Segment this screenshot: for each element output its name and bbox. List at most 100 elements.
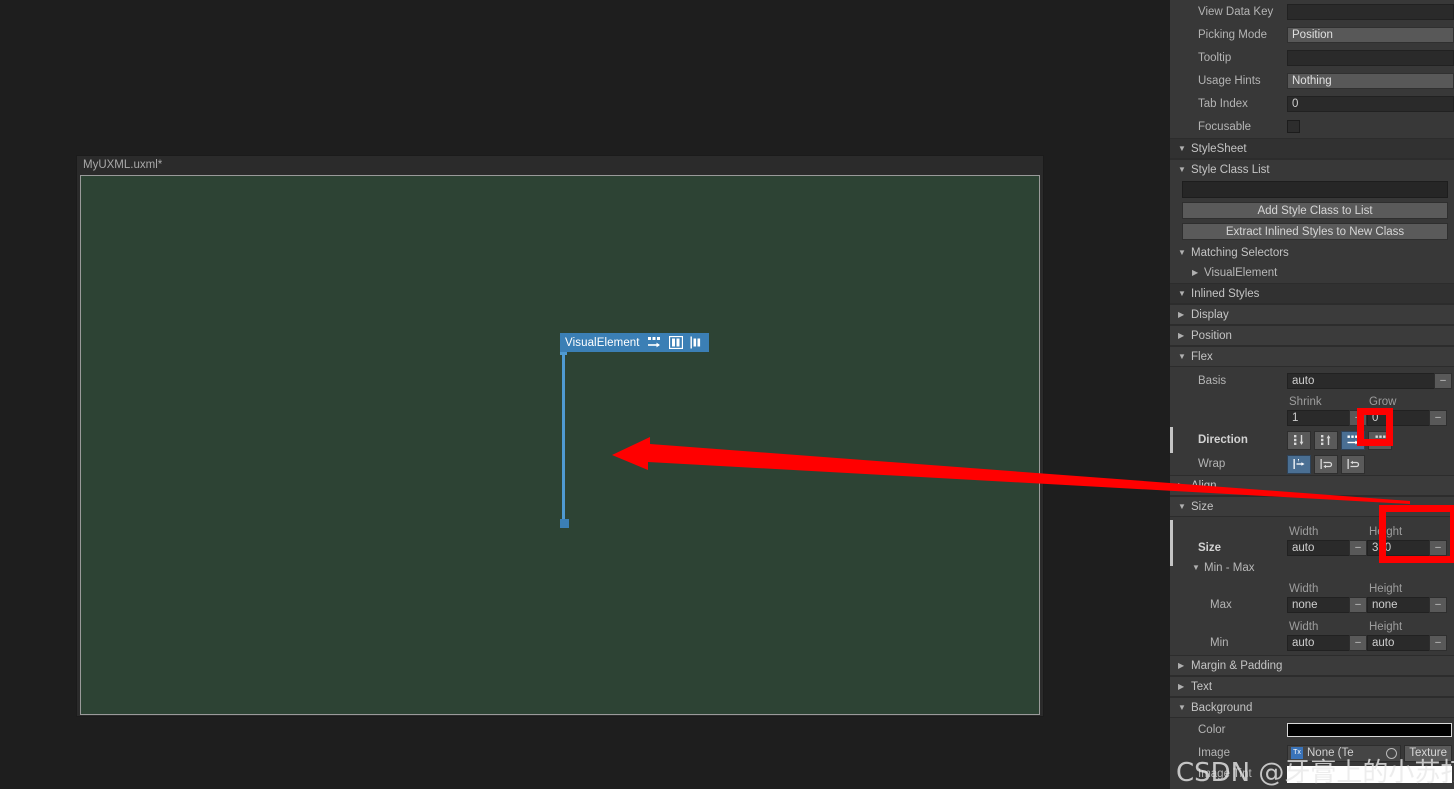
flex-grow-drag-handle[interactable]: – [1429, 409, 1447, 426]
min-height-drag-handle[interactable]: – [1429, 635, 1447, 651]
flex-section-body: Basis auto – Shrink Grow 1 – 0 – Directi… [1170, 367, 1454, 475]
chevron-down-icon: ▼ [1192, 562, 1200, 572]
background-color-label: Color [1198, 724, 1226, 736]
document-tab[interactable]: MyUXML.uxml* [77, 156, 1043, 175]
justify-start-icon[interactable] [690, 336, 703, 349]
max-height-drag-handle[interactable]: – [1429, 597, 1447, 613]
max-width-input[interactable]: none [1287, 597, 1350, 613]
height-input[interactable]: 350 [1367, 540, 1430, 556]
image-tint-swatch[interactable] [1287, 765, 1452, 783]
inspector-panel: View Data Key Picking Mode Position Tool… [1170, 0, 1454, 789]
background-foldout[interactable]: ▼ Background [1170, 697, 1454, 718]
attr-row-focusable[interactable]: Focusable [1170, 115, 1454, 138]
resize-handle-bottom[interactable] [560, 519, 569, 528]
style-class-list-title: Style Class List [1191, 163, 1270, 176]
direction-row-button[interactable] [1341, 430, 1365, 450]
wrap-wrap-button[interactable] [1314, 454, 1338, 474]
add-style-class-row: Add Style Class to List [1170, 200, 1454, 220]
min-height-input[interactable]: auto [1367, 635, 1430, 651]
min-width-input[interactable]: auto [1287, 635, 1350, 651]
chevron-down-icon: ▼ [1178, 164, 1186, 174]
tab-index-input[interactable]: 0 [1287, 95, 1454, 112]
ui-canvas[interactable]: VisualElement [80, 175, 1040, 715]
wrap-nowrap-button[interactable] [1287, 454, 1311, 474]
min-height-label: Height [1369, 621, 1403, 633]
style-class-list-foldout[interactable]: ▼ Style Class List [1170, 159, 1454, 179]
size-row: Size auto – 350 – [1170, 538, 1454, 558]
visual-element-badge[interactable]: VisualElement [560, 333, 709, 352]
inlined-styles-foldout[interactable]: ▼ Inlined Styles [1170, 283, 1454, 304]
max-height-cell[interactable]: none – [1367, 597, 1447, 613]
align-title: Align [1191, 479, 1217, 492]
flex-foldout[interactable]: ▼ Flex [1170, 346, 1454, 367]
attr-label: Tooltip [1198, 51, 1232, 64]
attr-row-tab-index[interactable]: Tab Index 0 [1170, 92, 1454, 115]
flex-basis-drag-handle[interactable]: – [1434, 372, 1452, 389]
height-field-cell[interactable]: 350 – [1367, 540, 1447, 556]
max-width-cell[interactable]: none – [1287, 597, 1367, 613]
background-image-row[interactable]: Image Tx None (Te Texture [1170, 742, 1454, 764]
usage-hints-dropdown[interactable]: Nothing [1287, 72, 1454, 89]
object-picker-icon[interactable] [1386, 747, 1398, 759]
background-color-swatch[interactable] [1287, 723, 1452, 737]
matching-selectors-foldout[interactable]: ▼ Matching Selectors [1170, 243, 1454, 263]
attributes-section: View Data Key Picking Mode Position Tool… [1170, 0, 1454, 138]
margin-padding-foldout[interactable]: ▶ Margin & Padding [1170, 655, 1454, 676]
width-input[interactable]: auto [1287, 540, 1350, 556]
min-max-foldout[interactable]: ▼ Min - Max [1170, 558, 1454, 577]
min-width-drag-handle[interactable]: – [1349, 635, 1367, 651]
chevron-down-icon: ▼ [1178, 702, 1186, 712]
background-image-object-field[interactable]: Tx None (Te [1287, 744, 1402, 762]
align-center-icon[interactable] [668, 336, 683, 349]
background-image-tint-row[interactable]: Image Tint [1170, 764, 1454, 784]
matching-selector-item[interactable]: ▶ VisualElement [1170, 263, 1454, 283]
shrink-grow-headers: Shrink Grow [1170, 392, 1454, 408]
stylesheet-foldout[interactable]: ▼ StyleSheet [1170, 138, 1454, 159]
view-data-key-input[interactable] [1287, 3, 1454, 20]
direction-row-reverse-button[interactable] [1368, 430, 1392, 450]
picking-mode-dropdown[interactable]: Position [1287, 26, 1454, 43]
attr-row-usage-hints[interactable]: Usage Hints Nothing [1170, 69, 1454, 92]
grow-field-cell[interactable]: 0 – [1367, 409, 1447, 426]
width-drag-handle[interactable]: – [1349, 540, 1367, 556]
min-width-cell[interactable]: auto – [1287, 635, 1367, 651]
display-title: Display [1191, 308, 1229, 321]
direction-column-button[interactable] [1287, 430, 1311, 450]
min-height-cell[interactable]: auto – [1367, 635, 1447, 651]
width-field-cell[interactable]: auto – [1287, 540, 1367, 556]
display-foldout[interactable]: ▶ Display [1170, 304, 1454, 325]
size-height-label: Height [1369, 526, 1403, 538]
flex-basis-row[interactable]: Basis auto – [1170, 369, 1454, 392]
attr-row-view-data-key[interactable]: View Data Key [1170, 0, 1454, 23]
max-height-input[interactable]: none [1367, 597, 1430, 613]
max-width-drag-handle[interactable]: – [1349, 597, 1367, 613]
focusable-checkbox[interactable] [1287, 120, 1300, 133]
background-image-type-dropdown[interactable]: Texture [1404, 744, 1452, 762]
flex-shrink-input[interactable]: 1 [1287, 409, 1350, 426]
background-color-row[interactable]: Color [1170, 718, 1454, 742]
wrap-wrap-reverse-button[interactable] [1341, 454, 1365, 474]
attr-row-picking-mode[interactable]: Picking Mode Position [1170, 23, 1454, 46]
add-style-class-button[interactable]: Add Style Class to List [1182, 201, 1448, 219]
extract-inlined-styles-button[interactable]: Extract Inlined Styles to New Class [1182, 222, 1448, 240]
flex-wrap-row: Wrap [1170, 453, 1454, 475]
chevron-right-icon: ▶ [1178, 309, 1185, 319]
attr-label: Usage Hints [1198, 74, 1261, 87]
shrink-field-cell[interactable]: 1 – [1287, 409, 1367, 426]
direction-column-reverse-button[interactable] [1314, 430, 1338, 450]
attr-row-tooltip[interactable]: Tooltip [1170, 46, 1454, 69]
size-foldout[interactable]: ▼ Size [1170, 496, 1454, 517]
align-foldout[interactable]: ▶ Align [1170, 475, 1454, 496]
size-width-label: Width [1289, 526, 1319, 538]
style-class-input[interactable] [1182, 181, 1448, 198]
flex-basis-input[interactable]: auto [1287, 372, 1435, 389]
tooltip-input[interactable] [1287, 49, 1454, 66]
max-height-label: Height [1369, 583, 1403, 595]
text-foldout[interactable]: ▶ Text [1170, 676, 1454, 697]
flex-wrap-label: Wrap [1198, 458, 1226, 470]
height-drag-handle[interactable]: – [1429, 540, 1447, 556]
flex-grow-input[interactable]: 0 [1367, 409, 1430, 426]
flex-direction-row-icon[interactable] [647, 336, 662, 349]
position-foldout[interactable]: ▶ Position [1170, 325, 1454, 346]
flex-shrink-drag-handle[interactable]: – [1349, 409, 1367, 426]
